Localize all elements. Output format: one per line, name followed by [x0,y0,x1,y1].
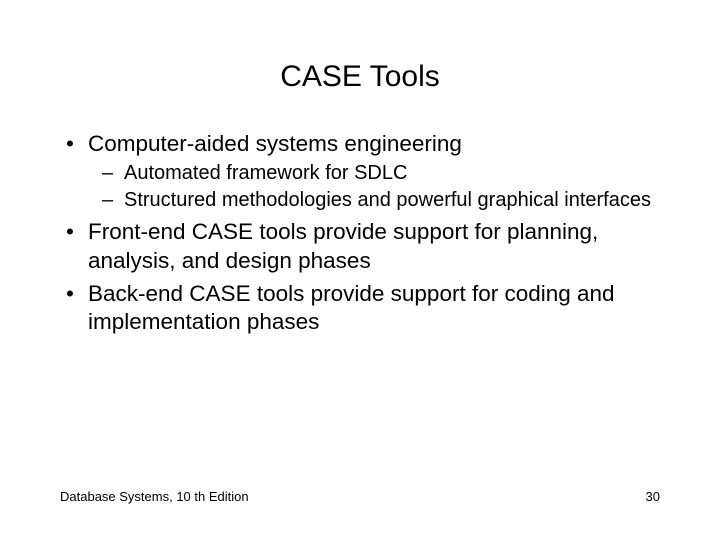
bullet-text: Back-end CASE tools provide support for … [88,281,615,335]
bullet-text: Automated framework for SDLC [124,162,407,184]
footer-source: Database Systems, 10 th Edition [60,489,249,504]
list-item: Structured methodologies and powerful gr… [102,188,660,214]
slide-title: CASE Tools [60,60,660,94]
list-item: Computer-aided systems engineering Autom… [60,130,660,214]
list-item: Back-end CASE tools provide support for … [60,280,660,338]
bullet-text: Front-end CASE tools provide support for… [88,219,598,273]
slide-footer: Database Systems, 10 th Edition 30 [60,489,660,504]
bullet-text: Computer-aided systems engineering [88,131,462,156]
slide-number: 30 [646,489,660,504]
bullet-list: Computer-aided systems engineering Autom… [60,130,660,337]
list-item: Automated framework for SDLC [102,161,660,187]
list-item: Front-end CASE tools provide support for… [60,218,660,276]
slide: CASE Tools Computer-aided systems engine… [0,0,720,540]
bullet-text: Structured methodologies and powerful gr… [124,189,651,211]
sub-bullet-list: Automated framework for SDLC Structured … [88,161,660,214]
